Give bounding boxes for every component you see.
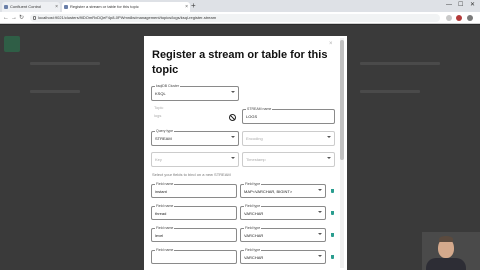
topic-value: logs bbox=[154, 113, 162, 118]
tab-close-icon[interactable]: × bbox=[185, 2, 188, 12]
tab-close-icon[interactable]: × bbox=[55, 2, 58, 12]
person-hair bbox=[439, 236, 453, 242]
field-type-select[interactable]: Field type VARCHAR bbox=[240, 248, 326, 264]
delete-icon[interactable] bbox=[331, 189, 334, 193]
maximize-icon[interactable]: ☐ bbox=[458, 0, 463, 10]
field-type-select[interactable]: Field type VARCHAR bbox=[240, 226, 326, 242]
person-shirt bbox=[426, 258, 466, 270]
chevron-down-icon bbox=[318, 211, 322, 213]
app-logo-icon bbox=[4, 36, 20, 52]
reload-icon[interactable]: ↻ bbox=[19, 14, 24, 22]
query-type-select[interactable]: Query type STREAM bbox=[151, 129, 239, 146]
favicon-icon bbox=[64, 5, 68, 9]
chevron-down-icon bbox=[318, 255, 322, 257]
field-label: Field type bbox=[244, 204, 262, 208]
browser-tab-confluent[interactable]: Confluent Control × bbox=[2, 2, 60, 12]
field-label: ksqlDB Cluster bbox=[155, 84, 181, 88]
browser-tab-register[interactable]: Register a stream or table for this topi… bbox=[62, 2, 190, 12]
field-label: Field name bbox=[155, 226, 175, 230]
field-label: Field name bbox=[155, 204, 175, 208]
field-name-input[interactable]: Field name instant bbox=[151, 182, 237, 198]
lock-icon bbox=[33, 16, 36, 20]
field-value: instant bbox=[155, 189, 167, 194]
topic-label: Topic bbox=[154, 105, 164, 110]
field-value: VARCHAR bbox=[244, 233, 264, 238]
address-bar[interactable]: localhost:9021/clusters/9lDOmRxDQeF4p8-0… bbox=[30, 14, 440, 22]
background-row bbox=[360, 62, 440, 65]
encoding-select[interactable]: Encoding bbox=[242, 131, 335, 146]
extension-icon[interactable] bbox=[456, 15, 462, 21]
chevron-down-icon bbox=[318, 233, 322, 235]
scrollbar-thumb[interactable] bbox=[340, 40, 344, 160]
delete-icon[interactable] bbox=[331, 233, 334, 237]
chevron-down-icon bbox=[231, 91, 235, 93]
field-type-select[interactable]: Field type MAP<VARCHAR, BIGINT> bbox=[240, 182, 326, 198]
field-placeholder: Timestamp bbox=[246, 157, 266, 162]
chevron-down-icon bbox=[327, 136, 331, 138]
field-type-select[interactable]: Field type VARCHAR bbox=[240, 204, 326, 220]
field-value: VARCHAR bbox=[244, 211, 264, 216]
field-label: STREAM name bbox=[246, 107, 273, 111]
browser-toolbar: ← → ↻ localhost:9021/clusters/9lDOmRxDQe… bbox=[0, 12, 480, 24]
field-placeholder: Key bbox=[155, 157, 162, 162]
fields-section-label: Select your fields to bind on a new STRE… bbox=[152, 172, 231, 177]
field-label: Field name bbox=[155, 182, 175, 186]
field-name-input[interactable]: Field name level bbox=[151, 226, 237, 242]
favicon-icon bbox=[4, 5, 8, 9]
webcam-overlay bbox=[422, 232, 480, 270]
block-icon bbox=[229, 114, 236, 121]
background-row bbox=[30, 62, 100, 65]
field-name-input[interactable]: Field name bbox=[151, 248, 237, 264]
timestamp-select[interactable]: Timestamp bbox=[242, 152, 335, 167]
chevron-down-icon bbox=[318, 189, 322, 191]
chevron-down-icon bbox=[231, 157, 235, 159]
field-label: Field type bbox=[244, 226, 262, 230]
close-icon[interactable]: × bbox=[329, 41, 333, 47]
ksqldb-cluster-select[interactable]: ksqlDB Cluster KSQL bbox=[151, 84, 239, 101]
url-text: localhost:9021/clusters/9lDOmRxDQeF4p8-0… bbox=[38, 15, 217, 20]
new-tab-button[interactable]: + bbox=[191, 1, 196, 10]
field-value: KSQL bbox=[155, 91, 166, 96]
field-label: Query type bbox=[155, 129, 175, 133]
tab-title: Register a stream or table for this topi… bbox=[70, 4, 139, 9]
delete-icon[interactable] bbox=[331, 255, 334, 259]
field-value: thread bbox=[155, 211, 167, 216]
tab-title: Confluent Control bbox=[10, 4, 42, 9]
field-placeholder: Encoding bbox=[246, 136, 263, 141]
field-value: MAP<VARCHAR, BIGINT> bbox=[244, 189, 293, 194]
field-value: LOGS bbox=[246, 114, 258, 119]
field-label: Field name bbox=[155, 248, 175, 252]
field-name-input[interactable]: Field name thread bbox=[151, 204, 237, 220]
stream-name-input[interactable]: STREAM name LOGS bbox=[242, 107, 335, 124]
key-select[interactable]: Key bbox=[151, 152, 239, 167]
background-row bbox=[30, 90, 80, 93]
field-label: Field type bbox=[244, 182, 262, 186]
window-close-icon[interactable]: ✕ bbox=[470, 0, 475, 10]
field-label: Field type bbox=[244, 248, 262, 252]
field-value: VARCHAR bbox=[244, 255, 264, 260]
chevron-down-icon bbox=[327, 157, 331, 159]
field-value: STREAM bbox=[155, 136, 172, 141]
browser-tab-strip: Confluent Control × Register a stream or… bbox=[0, 0, 480, 12]
delete-icon[interactable] bbox=[331, 211, 334, 215]
forward-icon[interactable]: → bbox=[11, 14, 17, 22]
register-stream-dialog: × Register a stream or table for this to… bbox=[144, 36, 347, 270]
chevron-down-icon bbox=[231, 136, 235, 138]
dialog-title: Register a stream or table for this topi… bbox=[152, 49, 328, 76]
back-icon[interactable]: ← bbox=[3, 14, 9, 22]
background-row bbox=[360, 90, 420, 93]
star-icon[interactable] bbox=[446, 15, 452, 21]
menu-icon[interactable] bbox=[467, 15, 473, 21]
minimize-icon[interactable]: — bbox=[446, 0, 452, 10]
field-value: level bbox=[155, 233, 164, 238]
